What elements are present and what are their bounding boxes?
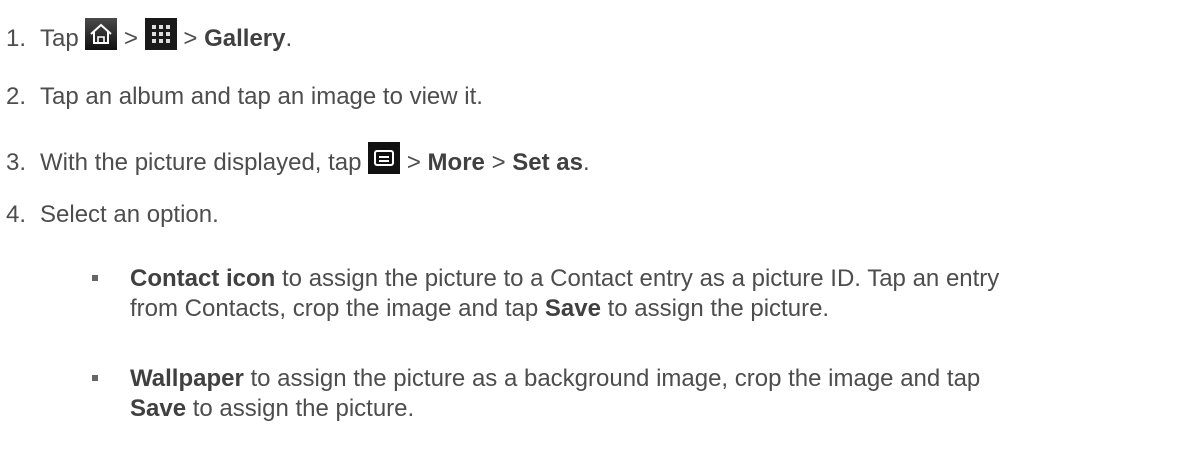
step-3: 3. With the picture displayed, tap > More… (6, 142, 590, 178)
step-2: 2. Tap an album and tap an image to view … (6, 83, 483, 110)
option-contact-icon: Contact icon to assign the picture to a … (130, 265, 1000, 322)
home-icon (85, 18, 118, 50)
bullet (92, 375, 98, 381)
step-1: 1. Tap > > Gallery. (6, 18, 292, 54)
apps-grid-icon (144, 18, 177, 50)
instructions: 1. Tap > > Gallery. 2. Tap an album and … (0, 0, 1177, 468)
option-wallpaper: Wallpaper to assign the picture as a bac… (130, 365, 981, 422)
step-4: 4. Select an option. (6, 201, 219, 228)
menu-icon (368, 142, 401, 174)
bullet (92, 275, 98, 281)
